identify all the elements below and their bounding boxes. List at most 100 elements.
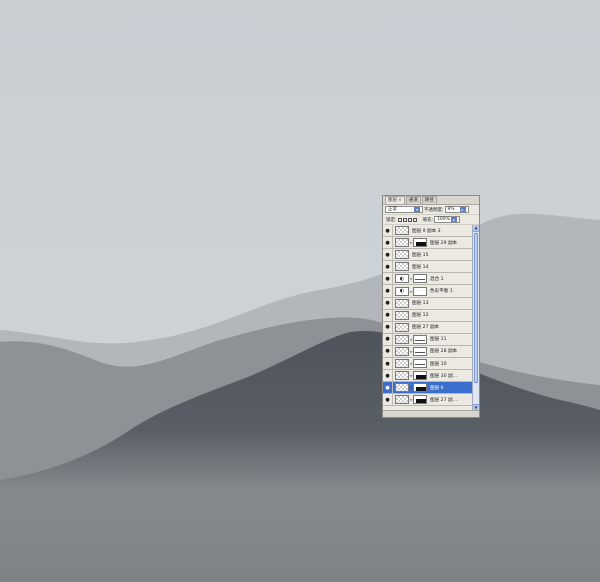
- layer-row[interactable]: ● 图层 12: [383, 309, 472, 322]
- layer-mask-thumbnail[interactable]: [413, 346, 427, 356]
- fill-label: 填充:: [422, 217, 434, 223]
- eye-icon[interactable]: ●: [383, 309, 393, 321]
- eye-icon[interactable]: ●: [383, 358, 393, 370]
- layer-mask-thumbnail[interactable]: [413, 334, 427, 344]
- layer-row[interactable]: ● ∞ 图层 11: [383, 333, 472, 346]
- layer-row[interactable]: ● ◐ ∞ 混合 1: [383, 273, 472, 286]
- layer-name: 图层 13: [412, 301, 429, 307]
- layer-thumbnail[interactable]: [395, 250, 409, 260]
- layer-thumbnail[interactable]: [395, 383, 409, 393]
- layer-mask-thumbnail[interactable]: [413, 383, 427, 393]
- adjustment-icon[interactable]: ◐: [395, 286, 409, 296]
- fill-input[interactable]: 100% ▸: [434, 216, 461, 223]
- layer-mask-thumbnail[interactable]: [413, 274, 427, 284]
- eye-icon[interactable]: ●: [383, 394, 393, 406]
- lock-icons: [397, 217, 417, 222]
- blend-mode-value: 正常: [388, 207, 397, 212]
- layer-name: 图层 28 副本: [430, 349, 458, 355]
- opacity-input[interactable]: 9% ▸: [444, 206, 469, 213]
- layer-name: 图层 11: [430, 337, 447, 343]
- layer-thumbnail[interactable]: [395, 298, 409, 308]
- lock-all-icon[interactable]: [412, 217, 417, 222]
- layer-thumbnail[interactable]: [395, 226, 409, 236]
- eye-icon[interactable]: ●: [383, 261, 393, 273]
- layer-row[interactable]: ● 图层 14: [383, 261, 472, 274]
- chevron-down-icon: ▾: [414, 207, 420, 212]
- tab-channels-label: 通道: [408, 198, 418, 203]
- layer-thumbnail[interactable]: [395, 346, 409, 356]
- panel-footer: [383, 410, 479, 417]
- eye-icon[interactable]: ●: [383, 333, 393, 345]
- tab-paths[interactable]: 路径: [421, 196, 437, 204]
- layers-panel: 图层× 通道 路径 正常 ▾ 不透明度: 9% ▸ 锁定: 填充: 100% ▸…: [382, 195, 480, 418]
- layer-name: 图层 29 副本: [430, 240, 458, 246]
- layer-row[interactable]: ● ∞ 图层 29 副本: [383, 237, 472, 250]
- eye-icon[interactable]: ●: [383, 273, 393, 285]
- panel-tabbar: 图层× 通道 路径: [383, 196, 479, 205]
- eye-icon[interactable]: ●: [383, 249, 393, 261]
- chevron-right-icon: ▸: [459, 207, 466, 212]
- opacity-value: 9%: [447, 207, 455, 212]
- eye-icon[interactable]: ●: [383, 370, 393, 382]
- eye-icon[interactable]: ●: [383, 382, 393, 394]
- layer-thumbnail[interactable]: [395, 359, 409, 369]
- layer-list: ● 图层 9 副本 3 ● ∞ 图层 29 副本 ● 图层 15 ● 图层 14 ● ◐ ∞ 混合 1 ●…: [383, 225, 472, 411]
- layer-thumbnail[interactable]: [395, 322, 409, 332]
- lock-position-icon[interactable]: [407, 217, 412, 222]
- layer-thumbnail[interactable]: [395, 395, 409, 405]
- scroll-up-icon[interactable]: ▲: [473, 225, 479, 232]
- layer-thumbnail[interactable]: [395, 238, 409, 248]
- eye-icon[interactable]: ●: [383, 237, 393, 249]
- valley-fog: [0, 430, 600, 582]
- layer-row[interactable]: ● ∞ 图层 27 副...: [383, 394, 472, 407]
- chevron-right-icon: ▸: [451, 217, 458, 222]
- lock-image-icon[interactable]: [402, 217, 407, 222]
- layer-row[interactable]: ● ∞ 图层 30 副...: [383, 370, 472, 383]
- eye-icon[interactable]: ●: [383, 297, 393, 309]
- layer-row[interactable]: ● ∞ 图层 10: [383, 358, 472, 371]
- layer-name: 图层 14: [412, 264, 429, 270]
- layer-name: 图层 30 副...: [430, 373, 457, 379]
- opacity-label: 不透明度:: [424, 207, 444, 213]
- lock-row: 锁定: 填充: 100% ▸: [383, 215, 479, 225]
- tab-layers-label: 图层: [388, 198, 397, 203]
- layer-name: 色彩平衡 1: [430, 289, 453, 295]
- layer-mask-thumbnail[interactable]: [413, 371, 427, 381]
- tab-channels[interactable]: 通道: [405, 196, 421, 204]
- layer-name: 图层 27 副...: [430, 397, 457, 403]
- layer-name: 图层 15: [412, 252, 429, 258]
- blend-mode-select[interactable]: 正常 ▾: [385, 206, 423, 213]
- layer-thumbnail[interactable]: [395, 371, 409, 381]
- layer-mask-thumbnail[interactable]: [413, 395, 427, 405]
- layer-thumbnail[interactable]: [395, 262, 409, 272]
- lock-transparency-icon[interactable]: [397, 217, 402, 222]
- layer-row[interactable]: ● 图层 9 副本 3: [383, 225, 472, 238]
- layer-name: 图层 12: [412, 313, 429, 319]
- layer-list-scrollbar[interactable]: ▲ ▼: [472, 225, 479, 411]
- eye-icon[interactable]: ●: [383, 345, 393, 358]
- layer-row[interactable]: ● 图层 13: [383, 297, 472, 310]
- eye-icon[interactable]: ●: [383, 321, 393, 333]
- tab-layers[interactable]: 图层×: [385, 196, 405, 204]
- layer-thumbnail[interactable]: [395, 310, 409, 320]
- lock-label: 锁定:: [386, 217, 397, 223]
- adjustment-icon[interactable]: ◐: [395, 274, 409, 284]
- layer-name: 图层 9 副本 3: [412, 228, 441, 234]
- layer-mask-thumbnail[interactable]: [413, 238, 427, 248]
- layer-name: 混合 1: [430, 276, 444, 282]
- close-icon[interactable]: ×: [398, 198, 402, 203]
- scroll-thumb[interactable]: [474, 233, 478, 383]
- layer-row[interactable]: ● ∞ 图层 28 副本: [383, 345, 472, 359]
- fill-value: 100%: [437, 217, 450, 222]
- layer-thumbnail[interactable]: [395, 334, 409, 344]
- layer-row[interactable]: ● 图层 15: [383, 249, 472, 262]
- layer-row[interactable]: ● ∞ 图层 6: [383, 382, 472, 395]
- layer-mask-thumbnail[interactable]: [413, 359, 427, 369]
- layer-mask-thumbnail[interactable]: [413, 286, 427, 296]
- layer-row[interactable]: ● 图层 27 副本: [383, 321, 472, 334]
- eye-icon[interactable]: ●: [383, 285, 393, 297]
- layer-row[interactable]: ● ◐ ∞ 色彩平衡 1: [383, 285, 472, 298]
- eye-icon[interactable]: ●: [383, 225, 393, 237]
- tab-paths-label: 路径: [424, 198, 434, 203]
- layer-name: 图层 10: [430, 361, 447, 367]
